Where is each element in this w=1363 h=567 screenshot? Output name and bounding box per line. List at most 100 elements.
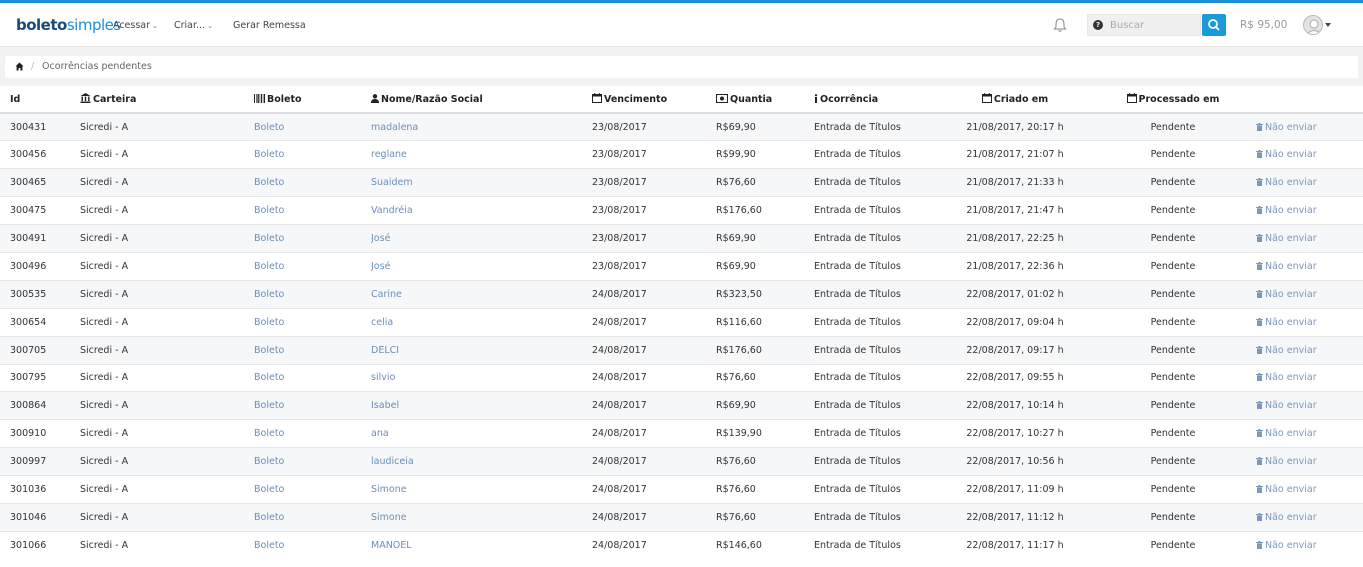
cell-acao[interactable]: Não enviar — [1256, 279, 1363, 309]
cell-acao[interactable]: Não enviar — [1256, 140, 1363, 169]
cell-boleto[interactable]: Boleto — [254, 419, 371, 448]
cell-acao[interactable]: Não enviar — [1256, 307, 1363, 337]
cell-boleto[interactable]: Boleto — [254, 447, 371, 476]
search-input[interactable] — [1110, 17, 1198, 33]
cell-acao[interactable]: Não enviar — [1256, 475, 1363, 504]
nao-enviar-link[interactable]: Não enviar — [1265, 317, 1317, 328]
cell-nome[interactable]: José — [371, 251, 592, 281]
cell-acao[interactable]: Não enviar — [1256, 112, 1363, 141]
cell-nome[interactable]: silvio — [371, 363, 592, 392]
nao-enviar-link[interactable]: Não enviar — [1265, 205, 1317, 216]
header-quantia[interactable]: Quantia — [716, 86, 814, 114]
caret-down-icon[interactable] — [1325, 23, 1331, 27]
cell-acao[interactable]: Não enviar — [1256, 196, 1363, 225]
header-vencimento[interactable]: Vencimento — [592, 86, 716, 114]
nao-enviar-link[interactable]: Não enviar — [1265, 540, 1317, 551]
header-processado[interactable]: Processado em — [1090, 86, 1256, 114]
header-carteira[interactable]: Carteira — [80, 86, 254, 114]
nao-enviar-link[interactable]: Não enviar — [1265, 428, 1317, 439]
cell-processado: Pendente — [1090, 419, 1256, 448]
cell-acao[interactable]: Não enviar — [1256, 335, 1363, 365]
cell-acao[interactable]: Não enviar — [1256, 530, 1363, 560]
cell-nome[interactable]: Isabel — [371, 391, 592, 420]
cell-boleto[interactable]: Boleto — [254, 363, 371, 392]
nao-enviar-link[interactable]: Não enviar — [1265, 372, 1317, 383]
cell-vencimento: 23/08/2017 — [592, 196, 716, 225]
money-icon — [716, 93, 728, 103]
cell-id: 300535 — [0, 279, 80, 309]
cell-boleto[interactable]: Boleto — [254, 502, 371, 532]
bell-icon[interactable] — [1053, 17, 1067, 33]
nao-enviar-link[interactable]: Não enviar — [1265, 122, 1317, 133]
header-ocorrencia[interactable]: Ocorrência — [814, 86, 940, 114]
search-button[interactable] — [1202, 14, 1226, 36]
home-icon[interactable] — [15, 62, 24, 71]
menu-gerar-remessa[interactable]: Gerar Remessa — [233, 20, 306, 31]
cell-boleto[interactable]: Boleto — [254, 168, 371, 197]
nao-enviar-link[interactable]: Não enviar — [1265, 177, 1317, 188]
nao-enviar-link[interactable]: Não enviar — [1265, 233, 1317, 244]
cell-boleto[interactable]: Boleto — [254, 112, 371, 141]
cell-nome[interactable]: Suaidem — [371, 168, 592, 197]
cell-acao[interactable]: Não enviar — [1256, 363, 1363, 392]
nao-enviar-link[interactable]: Não enviar — [1265, 484, 1317, 495]
nao-enviar-link[interactable]: Não enviar — [1265, 149, 1317, 160]
header-nome[interactable]: Nome/Razão Social — [371, 86, 592, 114]
menu-acessar[interactable]: Acessar ⌄ — [113, 20, 158, 31]
header-id[interactable]: Id — [0, 86, 80, 114]
cell-acao[interactable]: Não enviar — [1256, 502, 1363, 532]
cell-boleto[interactable]: Boleto — [254, 251, 371, 281]
cell-boleto[interactable]: Boleto — [254, 530, 371, 560]
menu-acessar-label: Acessar — [113, 20, 151, 31]
cell-nome[interactable]: celia — [371, 307, 592, 337]
cell-boleto[interactable]: Boleto — [254, 224, 371, 253]
cell-boleto[interactable]: Boleto — [254, 196, 371, 225]
cell-boleto[interactable]: Boleto — [254, 307, 371, 337]
logo[interactable]: boletosimples — [16, 16, 121, 34]
nao-enviar-link[interactable]: Não enviar — [1265, 400, 1317, 411]
cell-nome[interactable]: reglane — [371, 140, 592, 169]
cell-vencimento: 24/08/2017 — [592, 419, 716, 448]
cell-boleto[interactable]: Boleto — [254, 391, 371, 420]
menu-criar[interactable]: Criar... ⌄ — [174, 20, 213, 31]
cell-acao[interactable]: Não enviar — [1256, 419, 1363, 448]
cell-nome[interactable]: ana — [371, 419, 592, 448]
cell-nome[interactable]: DELCI — [371, 335, 592, 365]
cell-nome[interactable]: MANOEL — [371, 530, 592, 560]
trash-icon — [1256, 485, 1263, 494]
cell-nome[interactable]: Carine — [371, 279, 592, 309]
avatar-icon — [1306, 19, 1322, 34]
trash-icon — [1256, 261, 1263, 270]
cell-ocorrencia: Entrada de Títulos — [814, 391, 940, 420]
header-criado[interactable]: Criado em — [940, 86, 1090, 114]
chevron-down-icon: ⌄ — [207, 22, 213, 30]
cell-acao[interactable]: Não enviar — [1256, 447, 1363, 476]
header-boleto[interactable]: Boleto — [254, 86, 371, 114]
header-processado-label: Processado em — [1138, 94, 1220, 105]
search-icon — [1208, 19, 1220, 31]
nao-enviar-link[interactable]: Não enviar — [1265, 512, 1317, 523]
cell-nome[interactable]: Simone — [371, 475, 592, 504]
cell-nome[interactable]: laudiceia — [371, 447, 592, 476]
nao-enviar-link[interactable]: Não enviar — [1265, 345, 1317, 356]
cell-id: 300654 — [0, 307, 80, 337]
cell-acao[interactable]: Não enviar — [1256, 224, 1363, 253]
table-row: 300491 Sicredi - A Boleto José 23/08/2017 R$6… — [0, 224, 1363, 253]
cell-quantia: R$76,60 — [716, 363, 814, 392]
cell-nome[interactable]: José — [371, 224, 592, 253]
cell-boleto[interactable]: Boleto — [254, 140, 371, 169]
cell-acao[interactable]: Não enviar — [1256, 251, 1363, 281]
nao-enviar-link[interactable]: Não enviar — [1265, 456, 1317, 467]
cell-boleto[interactable]: Boleto — [254, 475, 371, 504]
cell-boleto[interactable]: Boleto — [254, 335, 371, 365]
cell-boleto[interactable]: Boleto — [254, 279, 371, 309]
cell-nome[interactable]: madalena — [371, 112, 592, 141]
nao-enviar-link[interactable]: Não enviar — [1265, 289, 1317, 300]
cell-nome[interactable]: Simone — [371, 502, 592, 532]
nao-enviar-link[interactable]: Não enviar — [1265, 261, 1317, 272]
user-avatar[interactable] — [1303, 15, 1323, 35]
cell-nome[interactable]: Vandréia — [371, 196, 592, 225]
cell-processado: Pendente — [1090, 196, 1256, 225]
cell-acao[interactable]: Não enviar — [1256, 168, 1363, 197]
cell-acao[interactable]: Não enviar — [1256, 391, 1363, 420]
